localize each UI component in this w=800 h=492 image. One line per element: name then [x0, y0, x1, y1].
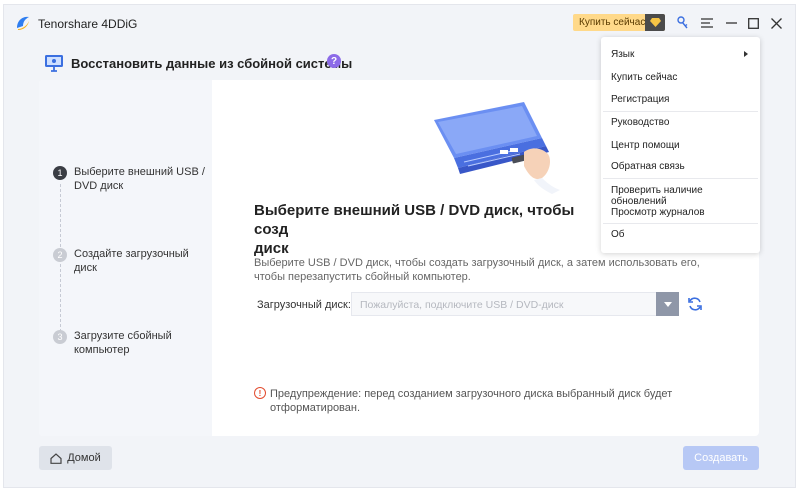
menu-item-registration[interactable]: Регистрация	[611, 94, 669, 105]
menu-item-guide[interactable]: Руководство	[611, 117, 669, 128]
step-2-number: 2	[53, 248, 67, 262]
step-2-label: Создайте загрузочный диск	[74, 248, 189, 274]
title-bar: Tenorshare 4DDiG Купить сейчас	[4, 5, 795, 41]
home-button-label: Домой	[67, 452, 101, 464]
help-icon[interactable]: ?	[327, 54, 341, 68]
buy-now-button[interactable]: Купить сейчас	[573, 14, 665, 31]
warning-text: Предупреждение: перед созданием загрузоч…	[270, 388, 673, 414]
main-title-line1: Выберите внешний USB / DVD диск, чтобы с…	[254, 202, 575, 238]
refresh-icon[interactable]	[687, 296, 703, 312]
menu-divider	[603, 111, 758, 112]
app-window: Tenorshare 4DDiG Купить сейчас Восстанов…	[3, 4, 796, 488]
steps-connector	[60, 184, 61, 342]
menu-divider	[603, 223, 758, 224]
menu-divider	[603, 178, 758, 179]
step-3-number: 3	[53, 330, 67, 344]
laptop-usb-illustration	[434, 102, 560, 194]
main-title: Выберите внешний USB / DVD диск, чтобы с…	[254, 201, 599, 258]
menu-item-check-updates[interactable]: Проверить наличие обновлений	[611, 185, 760, 207]
app-logo-icon	[17, 16, 29, 30]
create-button-label: Создавать	[694, 452, 748, 464]
maximize-icon[interactable]	[744, 14, 762, 32]
step-1-label: Выберите внешний USB / DVD диск	[74, 166, 205, 192]
computer-repair-icon	[45, 55, 63, 72]
menu-icon[interactable]	[698, 14, 716, 32]
main-description: Выберите USB / DVD диск, чтобы создать з…	[254, 257, 700, 283]
menu-item-language-label: Язык	[611, 49, 635, 60]
menu-item-buy-now[interactable]: Купить сейчас	[611, 72, 677, 83]
app-menu-dropdown: Язык Купить сейчас Регистрация Руководст…	[601, 37, 760, 253]
boot-disk-placeholder: Пожалуйста, подключите USB / DVD-диск	[360, 299, 564, 311]
chevron-down-icon[interactable]	[656, 292, 679, 316]
menu-item-language[interactable]: Язык	[611, 49, 751, 60]
menu-item-feedback[interactable]: Обратная связь	[611, 161, 685, 172]
app-title: Tenorshare 4DDiG	[38, 17, 138, 31]
chevron-right-icon	[744, 51, 748, 57]
account-key-icon[interactable]	[674, 14, 692, 32]
steps-panel: 1 Выберите внешний USB / DVD диск 2 Созд…	[39, 80, 212, 436]
menu-item-about[interactable]: Об	[611, 229, 625, 240]
menu-item-help-center[interactable]: Центр помощи	[611, 140, 680, 151]
home-button[interactable]: Домой	[39, 446, 112, 470]
home-icon	[50, 452, 62, 464]
step-3-label: Загрузите сбойный компьютер	[74, 330, 172, 356]
buy-now-label: Купить сейчас	[579, 17, 646, 28]
boot-disk-select[interactable]: Пожалуйста, подключите USB / DVD-диск	[351, 292, 679, 316]
menu-item-view-logs[interactable]: Просмотр журналов	[611, 207, 705, 218]
boot-disk-label: Загрузочный диск:	[257, 299, 351, 311]
create-button[interactable]: Создавать	[683, 446, 759, 470]
minimize-icon[interactable]	[722, 14, 740, 32]
warning-icon: !	[254, 387, 266, 399]
close-icon[interactable]	[767, 14, 785, 32]
page-title: Восстановить данные из сбойной системы	[71, 56, 353, 71]
step-1-number: 1	[53, 166, 67, 180]
diamond-icon	[645, 14, 665, 31]
